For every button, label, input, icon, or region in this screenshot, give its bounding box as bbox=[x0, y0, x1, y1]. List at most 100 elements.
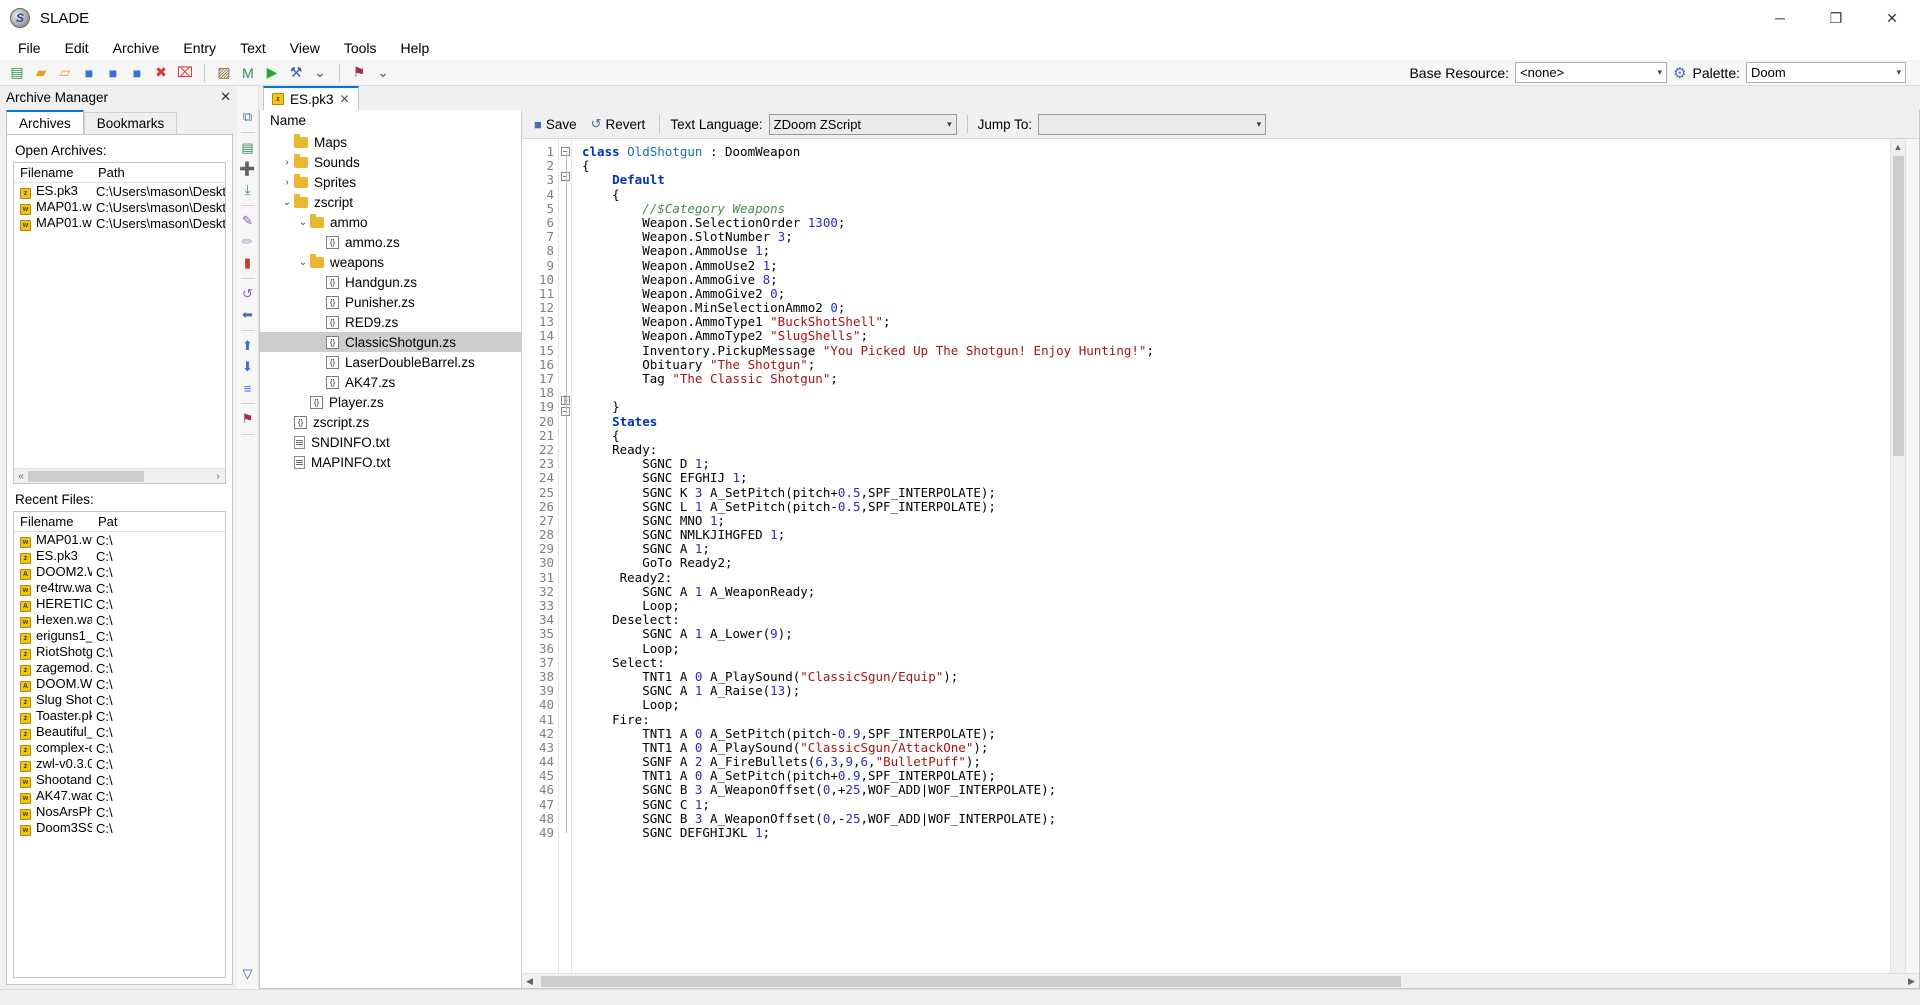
code-content[interactable]: class OldShotgun : DoomWeapon{ Default {… bbox=[572, 139, 1890, 973]
code-line[interactable]: } bbox=[582, 400, 1890, 414]
tree-expander-icon[interactable]: ⌄ bbox=[296, 217, 310, 228]
menu-item-archive[interactable]: Archive bbox=[101, 38, 172, 58]
code-line[interactable]: Deselect: bbox=[582, 613, 1890, 627]
code-line[interactable]: SGNC DEFGHIJKL 1; bbox=[582, 825, 1890, 840]
tree-entry[interactable]: {} zscript.zs bbox=[260, 412, 521, 432]
list-item[interactable]: w Shootandload.wad C:\ bbox=[14, 772, 225, 788]
tree-folder[interactable]: ⌄ zscript bbox=[260, 192, 521, 212]
menu-item-text[interactable]: Text bbox=[228, 38, 278, 58]
map-editor-icon[interactable]: M bbox=[237, 62, 259, 84]
tree-folder[interactable]: ⌄ weapons bbox=[260, 252, 521, 272]
text-language-combo[interactable]: ZDoom ZScript ▾ bbox=[768, 113, 957, 135]
filter-entries-icon[interactable]: ▽ bbox=[239, 965, 257, 983]
close-button[interactable]: ✕ bbox=[1864, 0, 1920, 36]
code-line[interactable]: Loop; bbox=[582, 698, 1890, 712]
code-line[interactable]: Weapon.AmmoType2 "SlugShells"; bbox=[582, 329, 1890, 343]
sort-entries-icon[interactable]: ≡ bbox=[239, 379, 257, 397]
open-folder-icon[interactable]: ▱ bbox=[54, 62, 76, 84]
tree-entry[interactable]: {} Handgun.zs bbox=[260, 272, 521, 292]
tree-entry[interactable]: {} AK47.zs bbox=[260, 372, 521, 392]
code-line[interactable]: SGNC B 3 A_WeaponOffset(0,+25,WOF_ADD|WO… bbox=[582, 783, 1890, 797]
code-line[interactable]: SGNC A 1 A_Raise(13); bbox=[582, 684, 1890, 698]
rename-entry-icon[interactable]: ✎ bbox=[239, 212, 257, 230]
tree-entry[interactable]: {} LaserDoubleBarrel.zs bbox=[260, 352, 521, 372]
scroll-left-icon[interactable]: « bbox=[14, 471, 28, 482]
tree-expander-icon[interactable]: › bbox=[280, 177, 294, 188]
document-tab[interactable]: z ES.pk3 ✕ bbox=[263, 86, 359, 110]
close-icon[interactable]: ✕ bbox=[340, 92, 350, 106]
code-line[interactable]: States bbox=[582, 414, 1890, 429]
tree-entry[interactable]: {} RED9.zs bbox=[260, 312, 521, 332]
move-down-icon[interactable]: ⬇ bbox=[239, 358, 257, 376]
code-line[interactable]: TNT1 A 0 A_PlaySound("ClassicSgun/Attack… bbox=[582, 740, 1890, 755]
code-line[interactable]: Fire: bbox=[582, 712, 1890, 727]
code-line[interactable]: //$Category Weapons bbox=[582, 201, 1890, 216]
menu-item-edit[interactable]: Edit bbox=[53, 38, 101, 58]
scroll-left-icon[interactable]: ◀ bbox=[522, 976, 537, 987]
minimize-button[interactable]: ─ bbox=[1752, 0, 1808, 36]
code-line[interactable]: Ready2: bbox=[582, 570, 1890, 585]
revert-entry-icon[interactable]: ↺ bbox=[239, 285, 257, 303]
list-item[interactable]: w Hexen.wad C:\ bbox=[14, 612, 225, 628]
list-item[interactable]: z Toaster.pk3 C:\ bbox=[14, 708, 225, 724]
code-line[interactable]: Weapon.AmmoUse2 1; bbox=[582, 258, 1890, 273]
code-line[interactable]: SGNC EFGHIJ 1; bbox=[582, 471, 1890, 485]
save-button[interactable]: ■ Save bbox=[530, 115, 581, 134]
recent-files-list[interactable]: FilenamePat w MAP01.wad C:\ z ES.pk3 C:\ A DOOM… bbox=[13, 511, 226, 978]
column-header[interactable]: Pat bbox=[92, 512, 124, 531]
code-line[interactable]: GoTo Ready2; bbox=[582, 556, 1890, 570]
code-line[interactable]: { bbox=[582, 187, 1890, 202]
tree-folder[interactable]: › Sounds bbox=[260, 152, 521, 172]
code-line[interactable]: SGNC A 1 A_Lower(9); bbox=[582, 627, 1890, 641]
column-header[interactable]: Path bbox=[92, 163, 131, 182]
code-line[interactable]: Loop; bbox=[582, 641, 1890, 656]
list-item[interactable]: z complex-doom.v26a2.pk3 C:\ bbox=[14, 740, 225, 756]
move-up-icon[interactable]: ⬆ bbox=[239, 337, 257, 355]
entry-tree[interactable]: Maps › Sounds › Sprites ⌄ zscript ⌄ ammo {} ammo.z… bbox=[260, 130, 521, 988]
editor-hscrollbar[interactable]: ◀ ▶ bbox=[522, 973, 1919, 988]
fold-toggle-icon[interactable]: − bbox=[560, 407, 570, 416]
list-item[interactable]: w AK47.wad C:\ bbox=[14, 788, 225, 804]
bookmark-entry-icon[interactable]: ⚑ bbox=[239, 410, 257, 428]
list-item[interactable]: z ES.pk3 C:\Users\mason\Desktc bbox=[14, 183, 225, 199]
code-line[interactable]: class OldShotgun : DoomWeapon bbox=[582, 144, 1890, 159]
scroll-right-icon[interactable]: ▶ bbox=[1904, 976, 1919, 987]
list-item[interactable]: z Beautiful_Doom_716.pk3 C:\ bbox=[14, 724, 225, 740]
close-archive-icon[interactable]: ✖ bbox=[150, 62, 172, 84]
code-line[interactable]: SGNC NMLKJIHGFED 1; bbox=[582, 527, 1890, 542]
menu-item-entry[interactable]: Entry bbox=[171, 38, 228, 58]
tree-folder[interactable]: ⌄ ammo bbox=[260, 212, 521, 232]
list-item[interactable]: z ES.pk3 C:\ bbox=[14, 548, 225, 564]
code-line[interactable]: Inventory.PickupMessage "You Picked Up T… bbox=[582, 343, 1890, 358]
menu-item-view[interactable]: View bbox=[278, 38, 332, 58]
save-all-icon[interactable]: ■ bbox=[126, 62, 148, 84]
list-item[interactable]: z Slug Shotgun.pk3 C:\ bbox=[14, 692, 225, 708]
save-icon[interactable]: ■ bbox=[78, 62, 100, 84]
code-line[interactable]: SGNC L 1 A_SetPitch(pitch-0.5,SPF_INTERP… bbox=[582, 499, 1890, 514]
tree-expander-icon[interactable]: ⌄ bbox=[296, 257, 310, 268]
code-line[interactable]: Ready: bbox=[582, 442, 1890, 457]
code-line[interactable]: Select: bbox=[582, 655, 1890, 670]
bookmarks-dropdown-icon[interactable]: ⌄ bbox=[372, 62, 394, 84]
scroll-right-icon[interactable]: › bbox=[211, 471, 225, 482]
scroll-thumb[interactable] bbox=[28, 470, 144, 482]
code-line[interactable]: Obituary "The Shotgun"; bbox=[582, 357, 1890, 372]
run-archive-icon[interactable]: ▶ bbox=[261, 62, 283, 84]
maintenance-dropdown-icon[interactable]: ⌄ bbox=[309, 62, 331, 84]
menu-item-help[interactable]: Help bbox=[389, 38, 442, 58]
menu-item-tools[interactable]: Tools bbox=[332, 38, 389, 58]
code-line[interactable]: Loop; bbox=[582, 598, 1890, 613]
tree-expander-icon[interactable]: ⌄ bbox=[280, 197, 294, 208]
tree-folder[interactable]: Maps bbox=[260, 132, 521, 152]
vscroll-thumb[interactable] bbox=[1892, 156, 1904, 456]
fold-toggle-icon[interactable]: − bbox=[560, 172, 570, 182]
code-line[interactable]: Weapon.SlotNumber 3; bbox=[582, 230, 1890, 244]
code-line[interactable]: SGNC K 3 A_SetPitch(pitch+0.5,SPF_INTERP… bbox=[582, 485, 1890, 500]
code-line[interactable]: { bbox=[582, 428, 1890, 443]
editor-vscrollbar[interactable]: ▲ bbox=[1890, 139, 1905, 973]
list-item[interactable]: z zagemod.pk3 C:\ bbox=[14, 660, 225, 676]
tree-entry[interactable]: {} ammo.zs bbox=[260, 232, 521, 252]
base-resource-combo[interactable]: <none> ▾ bbox=[1515, 62, 1668, 83]
open-archives-hscrollbar[interactable]: « › bbox=[14, 468, 225, 483]
code-folding-column[interactable]: − − ├ − bbox=[558, 139, 572, 973]
